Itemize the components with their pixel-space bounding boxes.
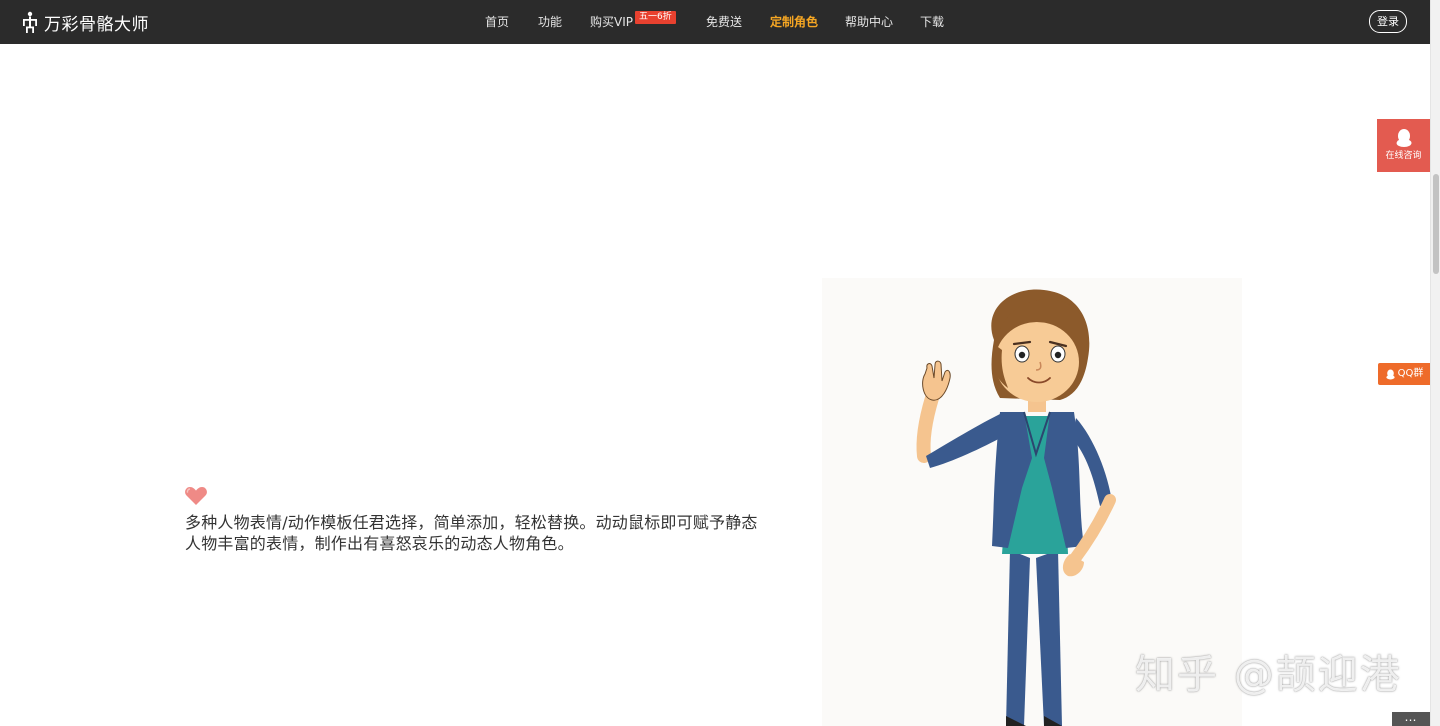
nav-home[interactable]: 首页 [485,0,509,44]
qq-group-button[interactable]: QQ群 [1378,363,1430,385]
online-consult-button[interactable]: 在线咨询 [1377,119,1430,172]
top-navigation-bar: 万彩骨骼大师 首页 功能 购买VIP 五一6折 免费送 定制角色 帮助中心 下载… [0,0,1430,44]
nav-features[interactable]: 功能 [538,0,562,44]
nav-download[interactable]: 下载 [920,0,944,44]
skeleton-logo-icon [23,11,37,33]
heart-icon [185,487,207,505]
qq-icon [1386,369,1395,379]
online-consult-label: 在线咨询 [1385,151,1422,161]
nav-buy-vip[interactable]: 购买VIP [590,0,633,44]
feature-description: 多种人物表情/动作模板任君选择，简单添加，轻松替换。动动鼠标即可赋予静态人物丰富… [185,513,758,553]
nav-help-center[interactable]: 帮助中心 [845,0,893,44]
watermark: 知乎 @颉迎港 [1135,652,1402,698]
logo-text: 万彩骨骼大师 [44,14,149,35]
nav-free-gift[interactable]: 免费送 [706,0,742,44]
qq-group-label: QQ群 [1397,368,1424,379]
page-scrollbar[interactable] [1430,0,1440,726]
nav-custom-character[interactable]: 定制角色 [770,0,818,44]
promo-badge: 五一6折 [635,11,676,24]
logo[interactable]: 万彩骨骼大师 [20,10,149,35]
penguin-icon [1396,129,1411,147]
more-button[interactable]: … [1392,711,1430,726]
login-button[interactable]: 登录 [1369,10,1407,33]
scrollbar-thumb[interactable] [1433,174,1439,274]
